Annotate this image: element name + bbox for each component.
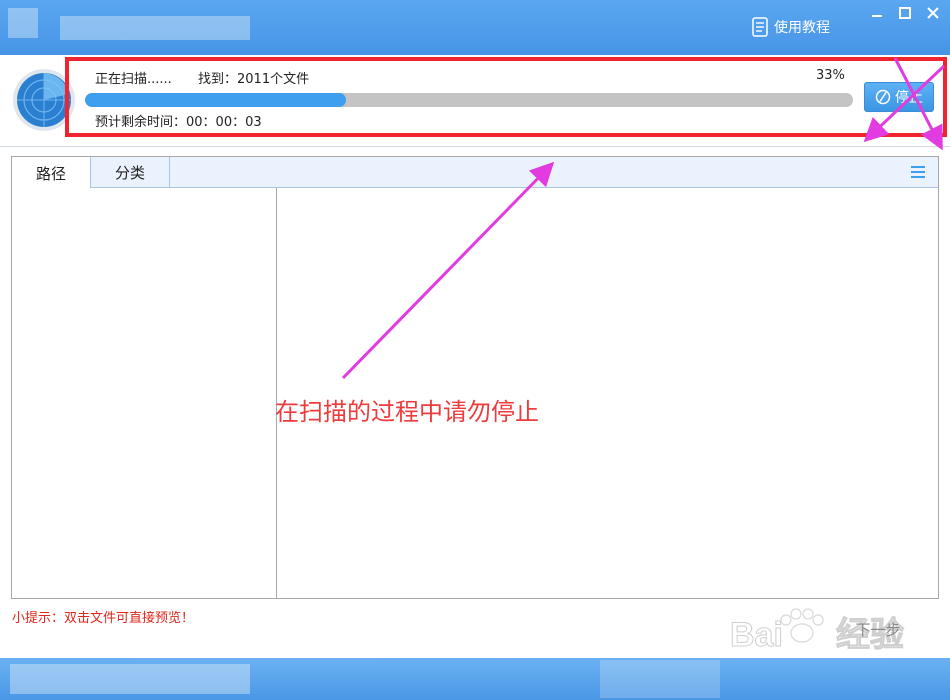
bottom-blur-right: [600, 660, 720, 698]
minimize-button[interactable]: [866, 2, 888, 24]
tab-category-label: 分类: [114, 164, 145, 182]
maximize-button[interactable]: [894, 2, 916, 24]
tutorial-label: 使用教程: [774, 20, 830, 36]
tab-path[interactable]: 路径: [12, 157, 91, 189]
tip-text: 小提示：双击文件可直接预览！: [12, 611, 195, 626]
minimize-icon: [872, 15, 882, 17]
bottom-bar: [0, 658, 950, 700]
next-label: 下一步: [855, 620, 901, 639]
results-panel: 路径 分类: [11, 156, 939, 599]
annotation-text: 在扫描的过程中请勿停止: [275, 398, 539, 426]
app-title-blurred: [60, 16, 250, 40]
maximize-icon: [899, 7, 911, 19]
tutorial-link[interactable]: 使用教程: [752, 16, 830, 38]
folder-tree-pane[interactable]: [12, 188, 277, 598]
menu-icon[interactable]: [910, 165, 926, 179]
app-logo-blurred: [8, 8, 38, 38]
bottom-blur-left: [10, 664, 250, 694]
svg-text:Bai: Bai: [730, 616, 783, 654]
close-button[interactable]: [922, 2, 944, 24]
next-button[interactable]: 下一步: [838, 616, 918, 642]
document-icon: [752, 17, 768, 37]
title-bar: 使用教程: [0, 0, 950, 55]
highlight-box: [65, 57, 947, 137]
tab-category[interactable]: 分类: [91, 157, 170, 188]
tab-path-label: 路径: [35, 164, 66, 183]
close-icon: [927, 7, 939, 19]
tab-bar: 路径 分类: [12, 157, 938, 189]
